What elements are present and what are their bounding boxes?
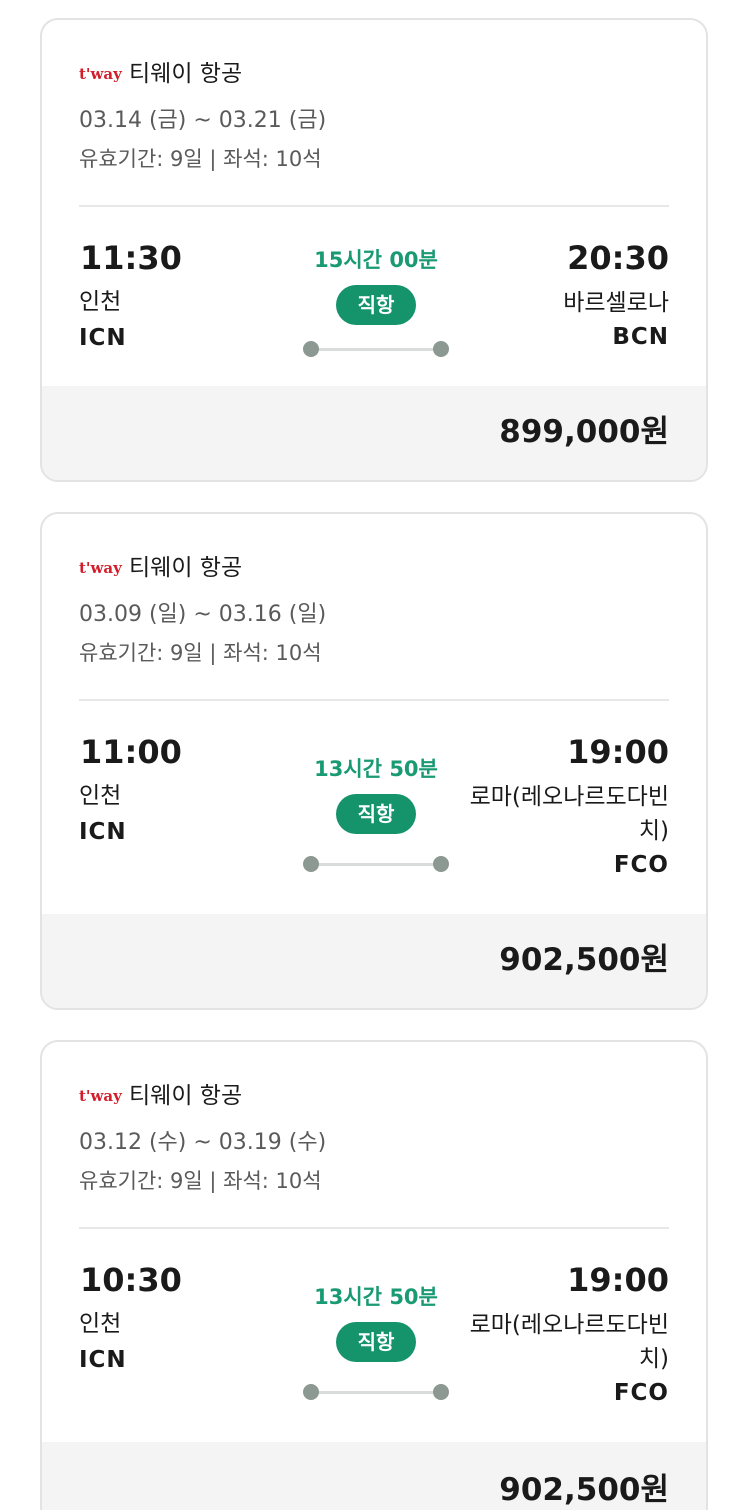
arrival-code: FCO <box>613 1380 669 1406</box>
direct-flight-badge: 직항 <box>336 285 416 325</box>
arrival-info: 바르셀로나 BCN <box>439 286 669 354</box>
flight-duration: 13시간 50분 <box>314 757 438 781</box>
flight-route: 13시간 50분 직항 <box>272 754 480 872</box>
departure-code: ICN <box>79 325 127 351</box>
flight-info: t'way 티웨이 항공 03.12 (수) ~ 03.19 (수) 유효기간:… <box>42 1042 706 1410</box>
departure-city: 인천 <box>79 1311 122 1337</box>
flight-card[interactable]: t'way 티웨이 항공 03.12 (수) ~ 03.19 (수) 유효기간:… <box>40 1040 708 1510</box>
airline-row: t'way 티웨이 항공 <box>79 552 242 584</box>
airline-row: t'way 티웨이 항공 <box>79 1080 242 1112</box>
direct-flight-badge: 직항 <box>336 1322 416 1362</box>
travel-dates: 03.14 (금) ~ 03.21 (금) <box>79 108 327 133</box>
price-bar: 902,500원 <box>42 1442 706 1510</box>
arrival-code: FCO <box>613 852 669 878</box>
price-bar: 899,000원 <box>42 386 706 480</box>
airline-name: 티웨이 항공 <box>129 1083 243 1109</box>
flight-info: t'way 티웨이 항공 03.09 (일) ~ 03.16 (일) 유효기간:… <box>42 514 706 882</box>
arrival-time: 20:30 <box>567 239 669 277</box>
flight-card[interactable]: t'way 티웨이 항공 03.09 (일) ~ 03.16 (일) 유효기간:… <box>40 512 708 1010</box>
arrival-city: 바르셀로나 <box>563 290 669 316</box>
validity-seats: 유효기간: 9일 | 좌석: 10석 <box>79 1169 322 1193</box>
airline-name: 티웨이 항공 <box>129 555 243 581</box>
tway-logo-icon: t'way <box>79 559 122 577</box>
flight-duration: 15시간 00분 <box>314 248 438 272</box>
flight-duration: 13시간 50분 <box>314 1285 438 1309</box>
flight-card[interactable]: t'way 티웨이 항공 03.14 (금) ~ 03.21 (금) 유효기간:… <box>40 18 708 482</box>
departure-city: 인천 <box>79 783 122 809</box>
divider <box>79 205 669 207</box>
divider <box>79 699 669 701</box>
arrival-time: 19:00 <box>567 1261 669 1299</box>
departure-time: 10:30 <box>80 1261 182 1299</box>
airline-row: t'way 티웨이 항공 <box>79 58 242 90</box>
validity-seats: 유효기간: 9일 | 좌석: 10석 <box>79 641 322 665</box>
flight-info: t'way 티웨이 항공 03.14 (금) ~ 03.21 (금) 유효기간:… <box>42 20 706 388</box>
route-line-icon <box>303 856 449 872</box>
departure-code: ICN <box>79 819 127 845</box>
departure-city: 인천 <box>79 289 122 315</box>
divider <box>79 1227 669 1229</box>
validity-seats: 유효기간: 9일 | 좌석: 10석 <box>79 147 322 171</box>
route-line-icon <box>303 1384 449 1400</box>
price-bar: 902,500원 <box>42 914 706 1008</box>
arrival-city: 로마(레오나르도다빈치) <box>469 1312 669 1372</box>
departure-time: 11:30 <box>80 239 182 277</box>
travel-dates: 03.09 (일) ~ 03.16 (일) <box>79 602 327 627</box>
arrival-city: 로마(레오나르도다빈치) <box>469 784 669 844</box>
departure-code: ICN <box>79 1347 127 1373</box>
airline-name: 티웨이 항공 <box>129 61 243 87</box>
arrival-info: 로마(레오나르도다빈치) FCO <box>454 1308 669 1410</box>
arrival-time: 19:00 <box>567 733 669 771</box>
arrival-info: 로마(레오나르도다빈치) FCO <box>454 780 669 882</box>
departure-time: 11:00 <box>80 733 182 771</box>
flight-price: 899,000원 <box>499 414 669 450</box>
route-line-icon <box>303 341 449 357</box>
flight-price: 902,500원 <box>499 1472 669 1508</box>
tway-logo-icon: t'way <box>79 1087 122 1105</box>
travel-dates: 03.12 (수) ~ 03.19 (수) <box>79 1130 327 1155</box>
tway-logo-icon: t'way <box>79 65 122 83</box>
flight-list: t'way 티웨이 항공 03.14 (금) ~ 03.21 (금) 유효기간:… <box>0 0 750 1510</box>
flight-price: 902,500원 <box>499 942 669 978</box>
direct-flight-badge: 직항 <box>336 794 416 834</box>
flight-route: 13시간 50분 직항 <box>272 1282 480 1400</box>
arrival-code: BCN <box>612 324 669 350</box>
